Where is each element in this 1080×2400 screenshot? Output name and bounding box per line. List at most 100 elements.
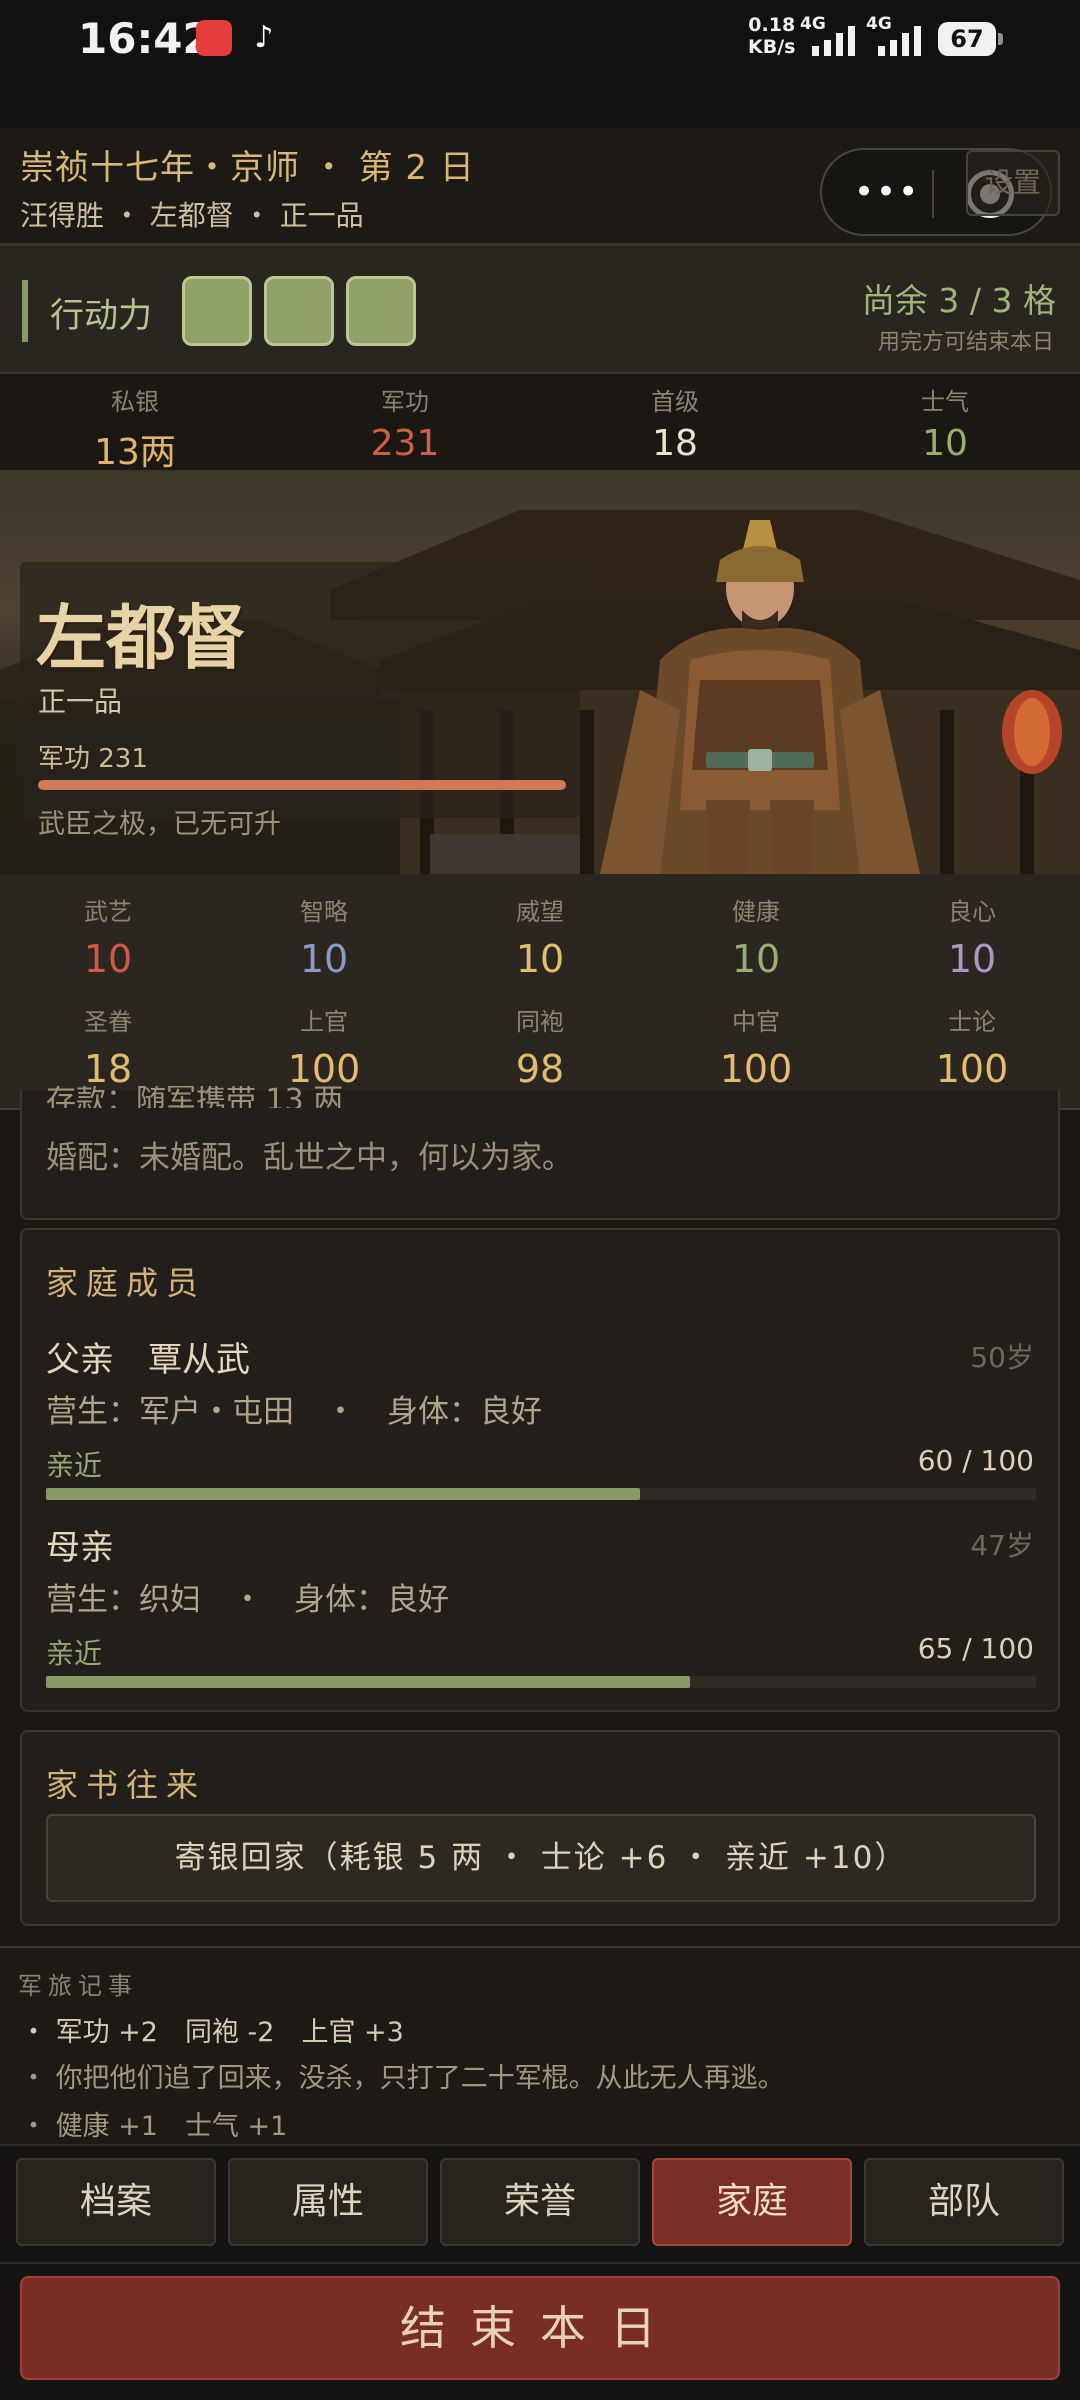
- date-location-title: 崇祯十七年・京师 ・ 第 2 日: [20, 148, 475, 188]
- closeness-fill: [46, 1676, 690, 1688]
- network-speed-unit: KB/s: [748, 36, 796, 58]
- rank-grade: 正一品: [38, 685, 123, 718]
- tab-records[interactable]: 档案: [16, 2158, 216, 2246]
- attr-martial: 武艺 10: [0, 892, 216, 981]
- attr-value: 10: [731, 937, 781, 981]
- attr-label: 同袍: [516, 1008, 564, 1036]
- attr-value: 100: [935, 1047, 1009, 1091]
- closeness-label: 亲近: [46, 1637, 103, 1670]
- bottom-tabs: 档案 属性 荣誉 家庭 部队: [0, 2144, 1080, 2262]
- stat-label: 私银: [111, 388, 159, 416]
- attr-eunuchs: 中官 100: [648, 1002, 864, 1091]
- attr-label: 中官: [732, 1008, 780, 1036]
- log-line: ・ 健康 +1 士气 +1: [20, 2111, 288, 2142]
- game-header: 崇祯十七年・京师 ・ 第 2 日 汪得胜 ・ 左都督 ・ 正一品 •••: [0, 128, 1080, 246]
- member-info: 营生：军户・屯田 ・ 身体：良好: [46, 1394, 542, 1430]
- attr-label: 健康: [732, 898, 780, 926]
- attr-label: 智略: [300, 898, 348, 926]
- network-speed: 0.18 KB/s: [748, 14, 795, 58]
- attr-label: 威望: [516, 898, 564, 926]
- attr-value: 18: [83, 1047, 133, 1091]
- tiktok-icon: ♪: [254, 20, 274, 55]
- attr-imperial-favor: 圣眷 18: [0, 1002, 216, 1091]
- tab-honors[interactable]: 荣誉: [440, 2158, 640, 2246]
- attr-conscience: 良心 10: [864, 892, 1080, 981]
- section-title: 家庭成员: [46, 1264, 207, 1302]
- settings-button[interactable]: 设置: [966, 150, 1060, 216]
- status-time: 16:42: [78, 14, 212, 63]
- attr-label: 士论: [948, 1008, 996, 1036]
- attr-value: 100: [719, 1047, 793, 1091]
- merit-progress-bar: [38, 780, 566, 790]
- end-day-button[interactable]: 结束本日: [20, 2276, 1060, 2380]
- battery-icon: 67: [938, 22, 1003, 56]
- family-members-panel: 家庭成员 父亲 覃从武 50岁 营生：军户・屯田 ・ 身体：良好 亲近 60 /…: [20, 1228, 1060, 1712]
- closeness-bar: [46, 1676, 1036, 1688]
- family-content: 存款：随军携带 13 两 婚配：未婚配。乱世之中，何以为家。 家庭成员 父亲 覃…: [0, 1086, 1080, 2144]
- attr-superiors: 上官 100: [216, 1002, 432, 1091]
- stat-morale: 士气 10: [810, 374, 1080, 470]
- character-subtitle: 汪得胜 ・ 左都督 ・ 正一品: [20, 199, 364, 232]
- stat-value: 10: [922, 423, 968, 464]
- tab-troops[interactable]: 部队: [864, 2158, 1064, 2246]
- rank-banner: 左都督 正一品 军功 231 武臣之极，已无可升: [0, 470, 1080, 874]
- attr-value: 100: [287, 1047, 361, 1091]
- member-name: 父亲 覃从武: [46, 1340, 250, 1380]
- capsule-divider: [932, 170, 934, 218]
- attr-value: 10: [299, 937, 349, 981]
- attribute-row: 武艺 10 智略 10 威望 10 健康 10 良心 10: [0, 892, 1080, 981]
- network-speed-value: 0.18: [748, 14, 796, 36]
- attr-value: 98: [515, 1047, 565, 1091]
- action-points-bar: 行动力 尚余 3 / 3 格 用完方可结束本日: [0, 246, 1080, 374]
- app-notification-icon: [196, 20, 232, 56]
- member-age: 47岁: [970, 1529, 1034, 1562]
- signal-bars-icon: [878, 22, 921, 56]
- action-remaining: 尚余 3 / 3 格: [861, 281, 1056, 320]
- stat-label: 军功: [381, 388, 429, 416]
- attr-value: 10: [947, 937, 997, 981]
- rank-note: 武臣之极，已无可升: [38, 809, 281, 840]
- attr-value: 10: [83, 937, 133, 981]
- attribute-row: 圣眷 18 上官 100 同袍 98 中官 100 士论 100: [0, 1002, 1080, 1091]
- attr-public-opinion: 士论 100: [864, 1002, 1080, 1091]
- log-line: ・ 军功 +2 同袍 -2 上官 +3: [20, 2017, 404, 2048]
- attr-label: 武艺: [84, 898, 132, 926]
- stat-value: 231: [370, 423, 440, 464]
- marriage-text: 婚配：未婚配。乱世之中，何以为家。: [46, 1140, 573, 1176]
- action-slot: [346, 276, 416, 346]
- section-title: 家书往来: [46, 1766, 207, 1804]
- savings-text-partial: 存款：随军携带 13 两: [46, 1086, 344, 1108]
- stat-silver: 私银 13两: [0, 374, 270, 473]
- attr-label: 圣眷: [84, 1008, 132, 1036]
- rank-title: 左都督: [36, 596, 246, 679]
- attr-strategy: 智略 10: [216, 892, 432, 981]
- status-bar: 16:42 ♪ 0.18 KB/s 4G 4G 67: [0, 0, 1080, 80]
- stat-label: 首级: [651, 388, 699, 416]
- attribute-grid: 武艺 10 智略 10 威望 10 健康 10 良心 10 圣眷 18 上官 100 同袍 98…: [0, 874, 1080, 1110]
- closeness-value: 65 / 100: [917, 1632, 1034, 1665]
- send-silver-home-button[interactable]: 寄银回家（耗银 5 两 ・ 士论 +6 ・ 亲近 +10）: [46, 1814, 1036, 1902]
- stat-merit: 军功 231: [270, 374, 540, 470]
- accent-bar: [22, 280, 28, 342]
- action-slot: [264, 276, 334, 346]
- member-info: 营生：织妇 ・ 身体：良好: [46, 1582, 449, 1618]
- attr-label: 上官: [300, 1008, 348, 1036]
- attr-value: 10: [515, 937, 565, 981]
- action-hint: 用完方可结束本日: [877, 330, 1054, 355]
- log-title: 军旅记事: [18, 1972, 138, 2000]
- closeness-label: 亲近: [46, 1449, 103, 1482]
- stat-label: 士气: [921, 388, 969, 416]
- merit-label: 军功 231: [38, 744, 148, 774]
- stat-value: 18: [652, 423, 698, 464]
- military-log: 军旅记事 ・ 军功 +2 同袍 -2 上官 +3 ・ 你把他们追了回来，没杀，只…: [0, 1946, 1080, 2144]
- closeness-value: 60 / 100: [917, 1444, 1034, 1477]
- more-menu-icon[interactable]: •••: [854, 174, 920, 210]
- action-points-label: 行动力: [50, 296, 152, 336]
- resource-stats: 私银 13两 军功 231 首级 18 士气 10: [0, 374, 1080, 473]
- marriage-panel: 存款：随军携带 13 两 婚配：未婚配。乱世之中，何以为家。: [20, 1086, 1060, 1220]
- stat-value: 13两: [94, 432, 176, 473]
- tab-attributes[interactable]: 属性: [228, 2158, 428, 2246]
- attr-health: 健康 10: [648, 892, 864, 981]
- tab-family[interactable]: 家庭: [652, 2158, 852, 2246]
- top-spacer: [0, 80, 1080, 128]
